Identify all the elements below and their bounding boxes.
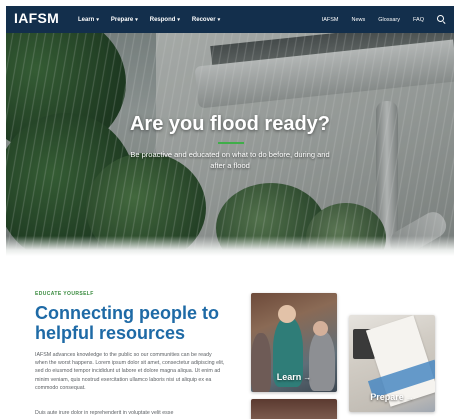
hero-fade	[6, 236, 454, 256]
hero-banner: Are you flood ready? Be proactive and ed…	[6, 33, 454, 256]
card-label-text: Learn	[276, 372, 302, 382]
audience-figure	[309, 331, 335, 391]
speaker-head	[278, 305, 296, 323]
hero-divider	[218, 142, 244, 144]
prepare-card-label: Prepare →	[349, 392, 435, 402]
hero-title: Are you flood ready?	[129, 113, 331, 135]
utility-nav: IAFSM News Glossary FAQ	[322, 6, 446, 33]
hero-subtitle: Be proactive and educated on what to do …	[130, 150, 330, 170]
menu-item-prepare[interactable]: Prepare ▾	[111, 17, 138, 23]
resource-card[interactable]	[251, 399, 337, 419]
section-eyebrow: EDUCATE YOURSELF	[35, 291, 94, 297]
chevron-down-icon: ▾	[217, 16, 221, 23]
site-logo[interactable]: IAFSM	[14, 10, 59, 26]
section-heading: Connecting people to helpful resources	[35, 303, 219, 343]
section-body-continued: Duis aute irure dolor in reprehenderit i…	[35, 410, 174, 416]
top-nav: IAFSM Learn ▾ Prepare ▾ Respond ▾ Recove…	[6, 6, 454, 33]
menu-label: Prepare	[110, 16, 134, 23]
arrow-right-icon: →	[405, 393, 414, 402]
audience-head	[313, 321, 328, 336]
chevron-down-icon: ▾	[177, 16, 180, 23]
learn-card-label: Learn →	[251, 372, 337, 382]
page: IAFSM Learn ▾ Prepare ▾ Respond ▾ Recove…	[6, 6, 454, 419]
audience-figure	[251, 333, 271, 392]
prepare-card[interactable]: Prepare →	[349, 315, 435, 412]
main-menu: Learn ▾ Prepare ▾ Respond ▾ Recover ▾	[78, 6, 220, 33]
util-link-glossary[interactable]: Glossary	[378, 17, 400, 23]
card-label-text: Prepare	[370, 392, 404, 402]
util-link-news[interactable]: News	[352, 17, 366, 23]
chevron-down-icon: ▾	[135, 16, 138, 23]
menu-item-learn[interactable]: Learn ▾	[78, 17, 99, 23]
arrow-right-icon: →	[303, 373, 312, 382]
chevron-down-icon: ▾	[96, 16, 99, 23]
hero-shade	[6, 33, 454, 256]
menu-label: Learn	[78, 16, 95, 23]
util-link-faq[interactable]: FAQ	[413, 17, 424, 23]
section-body: IAFSM advances knowledge to the public s…	[35, 352, 225, 391]
util-link-iafsm[interactable]: IAFSM	[322, 17, 339, 23]
menu-label: Recover	[191, 16, 216, 23]
menu-item-respond[interactable]: Respond ▾	[150, 17, 180, 23]
learn-card[interactable]: Learn →	[251, 293, 337, 392]
menu-label: Respond	[149, 16, 176, 23]
menu-item-recover[interactable]: Recover ▾	[192, 17, 220, 23]
search-icon[interactable]	[437, 15, 446, 24]
